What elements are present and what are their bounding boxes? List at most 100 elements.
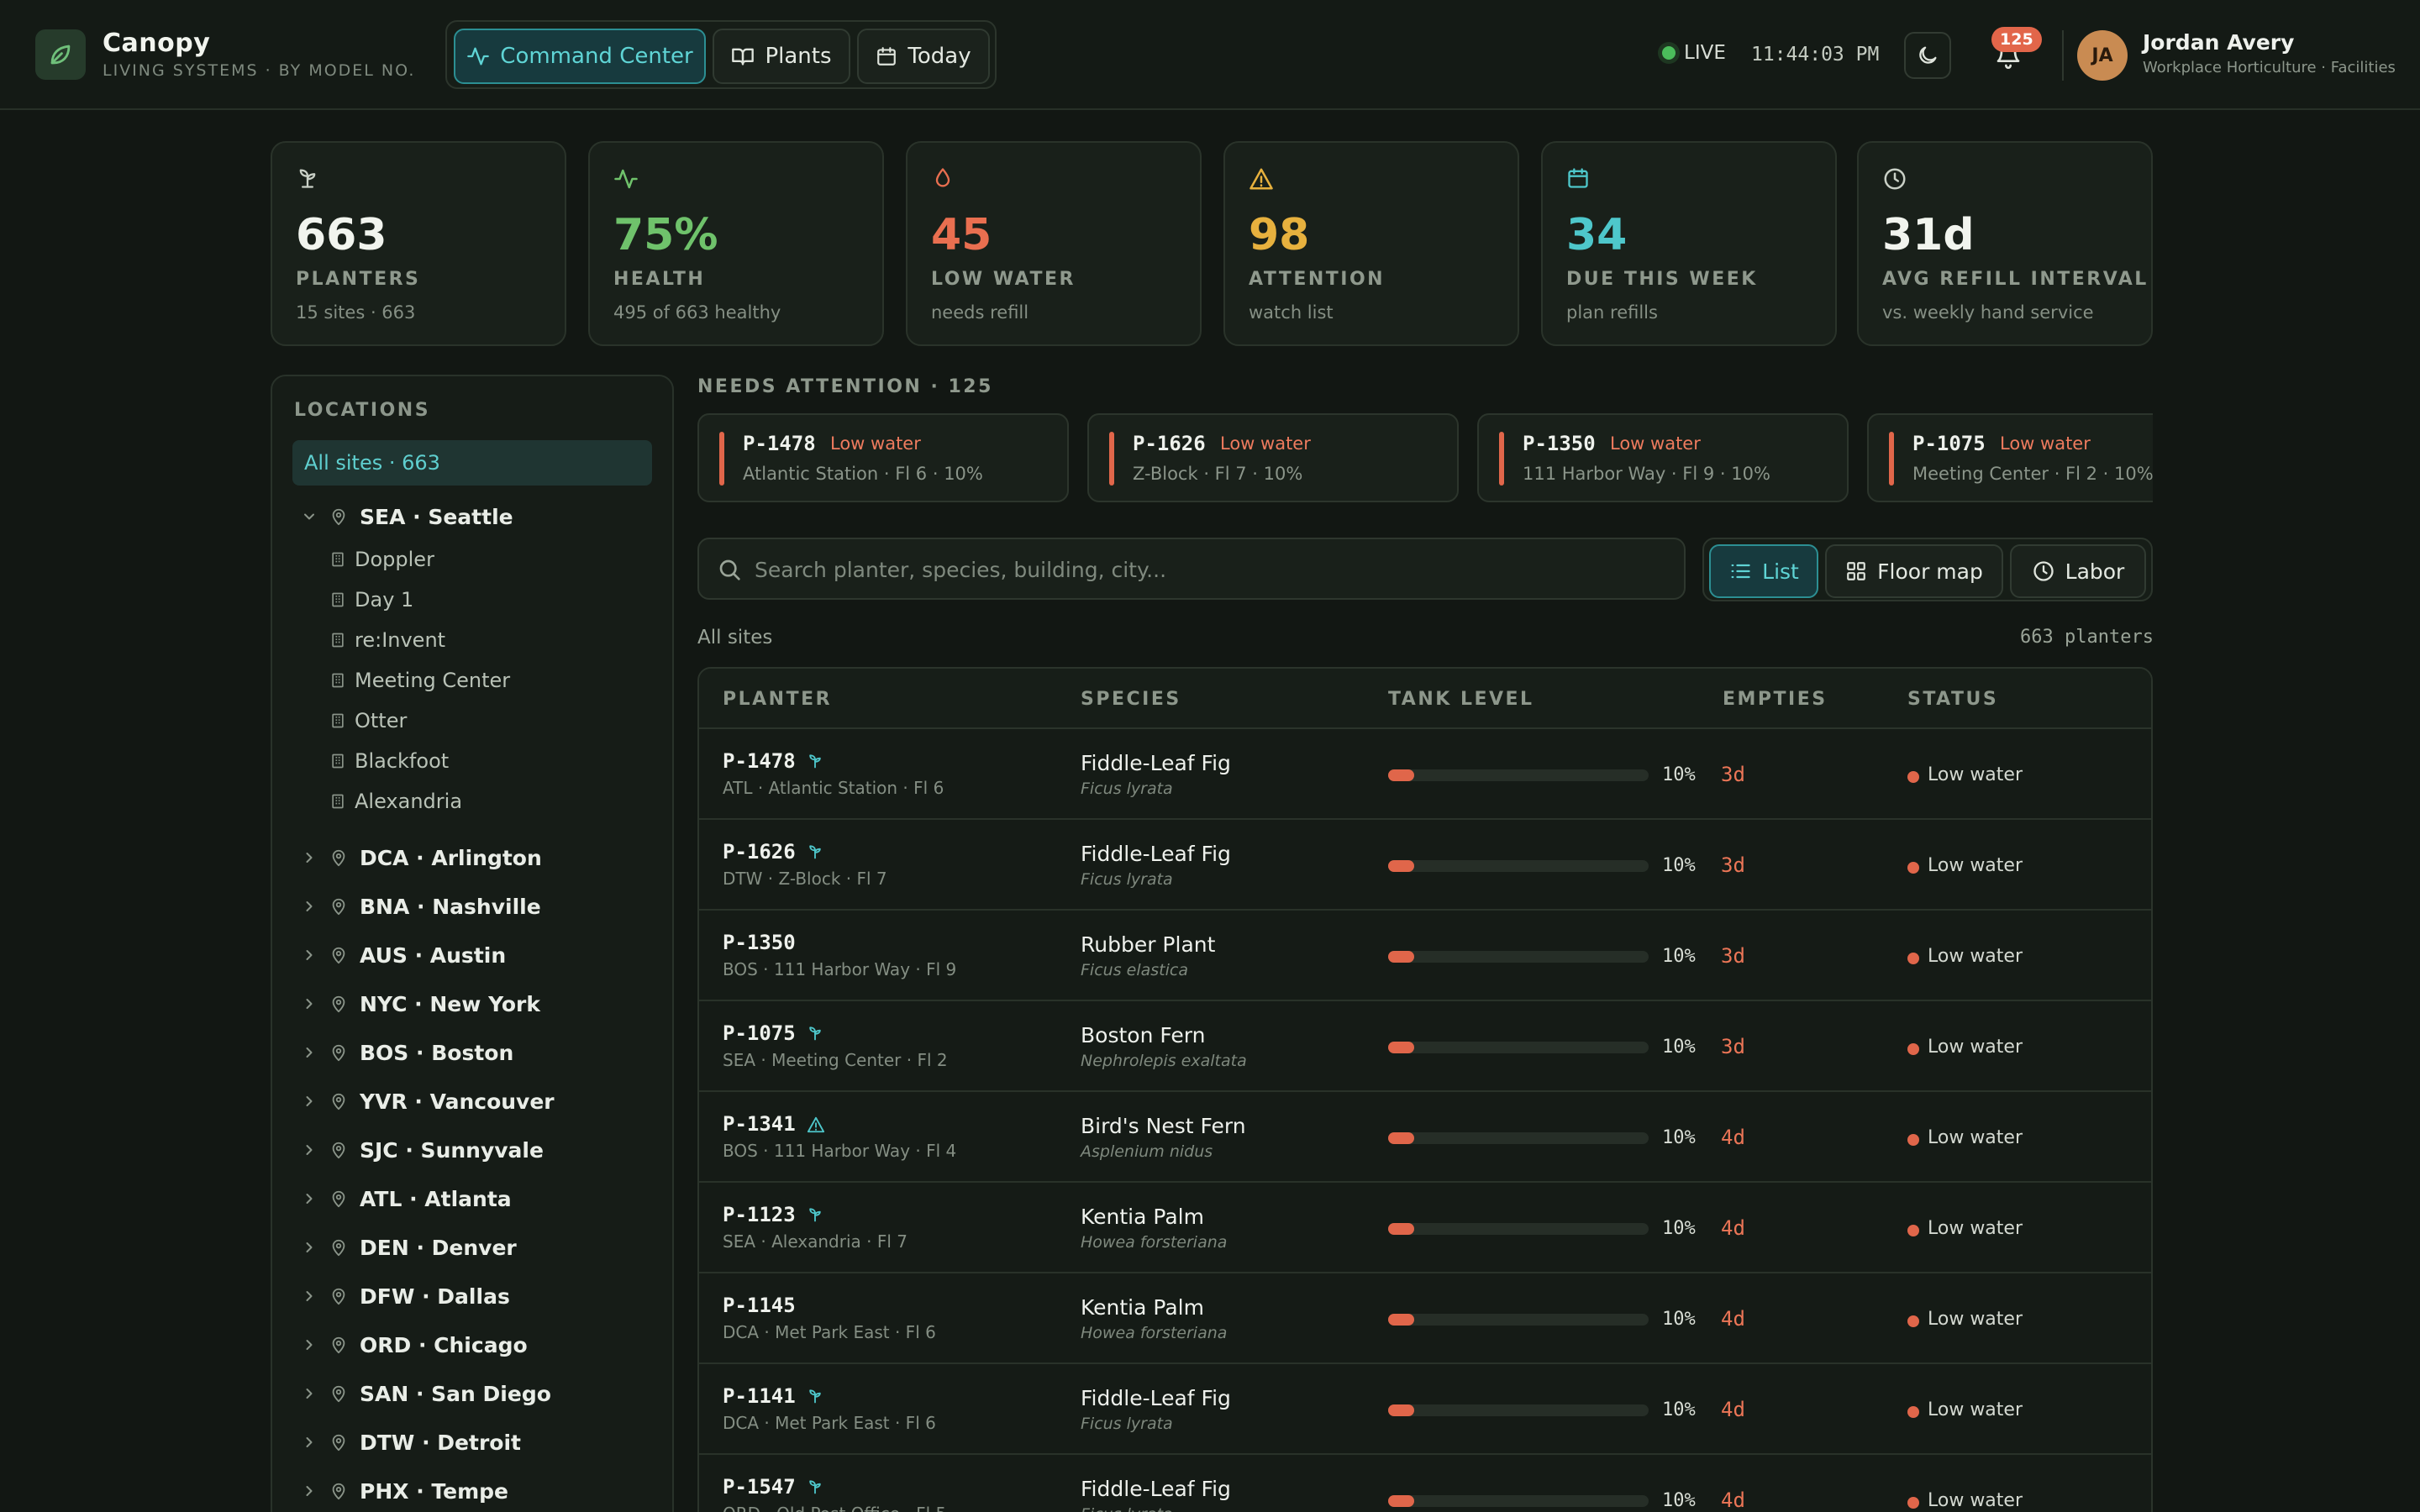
view-toggle: List Floor map Labor <box>1702 538 2153 601</box>
city-vancouver[interactable]: YVR · Vancouver <box>301 1082 555 1121</box>
tank-level-fill <box>1388 951 1414 963</box>
theme-toggle-button[interactable] <box>1904 32 1951 79</box>
species-name: Fiddle-Leaf Fig <box>1081 1477 1231 1501</box>
city-tempe[interactable]: PHX · Tempe <box>301 1472 508 1510</box>
attention-planter-id: P-1478 <box>743 432 816 455</box>
list-icon <box>1728 559 1752 583</box>
all-sites-filter[interactable]: All sites · 663 <box>292 440 652 486</box>
site-item-blackfoot[interactable]: Blackfoot <box>329 744 449 778</box>
avatar[interactable]: JA <box>2077 30 2128 81</box>
view-list-button[interactable]: List <box>1709 544 1818 598</box>
planter-location: ATL · Atlantic Station · Fl 6 <box>723 778 944 798</box>
attention-card[interactable]: P-1626 Low water Z-Block · Fl 7 · 10% <box>1087 413 1459 502</box>
site-item-day-1[interactable]: Day 1 <box>329 583 413 617</box>
view-labor-button[interactable]: Labor <box>2010 544 2146 598</box>
warning-icon <box>1249 166 1274 192</box>
table-row[interactable]: P-1478 ATL · Atlantic Station · Fl 6 Fiddl… <box>699 729 2151 820</box>
species-scientific: Nephrolepis exaltata <box>1081 1052 1247 1070</box>
view-label: Labor <box>2065 559 2125 584</box>
city-new-york[interactable]: NYC · New York <box>301 984 540 1023</box>
site-item-otter[interactable]: Otter <box>329 704 407 738</box>
table-row[interactable]: P-1547 ORD · Old Post Office · Fl 5 Fiddle… <box>699 1455 2151 1512</box>
species-scientific: Ficus lyrata <box>1081 780 1173 798</box>
column-header-empties[interactable]: EMPTIES <box>1723 689 1828 710</box>
severity-bar <box>1499 432 1504 486</box>
site-label: Otter <box>355 709 408 732</box>
site-label: re:Invent <box>355 628 446 652</box>
city-detroit[interactable]: DTW · Detroit <box>301 1423 521 1462</box>
table-row[interactable]: P-1626 DTW · Z-Block · Fl 7 Fiddle-Leaf Fi… <box>699 820 2151 911</box>
column-header-species[interactable]: SPECIES <box>1081 689 1181 710</box>
tank-level-percent: 10% <box>1662 764 1696 785</box>
warning-icon <box>807 1116 825 1134</box>
nav-label: Today <box>908 44 971 69</box>
city-atlanta[interactable]: ATL · Atlanta <box>301 1179 512 1218</box>
nav-plants[interactable]: Plants <box>713 29 850 84</box>
species-scientific: Ficus elastica <box>1081 961 1188 979</box>
attention-planter-id: P-1350 <box>1523 432 1596 455</box>
stat-label: HEALTH <box>613 269 706 290</box>
species-scientific: Ficus lyrata <box>1081 1505 1173 1512</box>
attention-card[interactable]: P-1075 Low water Meeting Center · Fl 2 · 1… <box>1867 413 2153 502</box>
city-arlington[interactable]: DCA · Arlington <box>301 838 542 877</box>
stat-card-planters[interactable]: 663 PLANTERS 15 sites · 663 <box>271 141 566 346</box>
tank-level-bar <box>1388 769 1649 781</box>
search-input[interactable] <box>755 551 1662 588</box>
city-dallas[interactable]: DFW · Dallas <box>301 1277 510 1315</box>
column-header-tank-level[interactable]: TANK LEVEL <box>1388 689 1534 710</box>
site-item-meeting-center[interactable]: Meeting Center <box>329 664 510 697</box>
table-row[interactable]: P-1145 DCA · Met Park East · Fl 6 Kentia P… <box>699 1273 2151 1364</box>
stat-label: PLANTERS <box>296 269 421 290</box>
planter-id: P-1075 <box>723 1021 796 1045</box>
city-nashville[interactable]: BNA · Nashville <box>301 887 541 926</box>
planter-id: P-1141 <box>723 1384 796 1408</box>
city-chicago[interactable]: ORD · Chicago <box>301 1326 528 1364</box>
search-icon <box>716 556 743 583</box>
map-pin-icon <box>329 1189 348 1208</box>
stat-value: 31d <box>1882 210 1975 260</box>
building-icon <box>329 551 346 568</box>
status-label: Low water <box>1928 1037 2023 1058</box>
city-denver[interactable]: DEN · Denver <box>301 1228 517 1267</box>
stat-card-attention[interactable]: 98 ATTENTION watch list <box>1223 141 1519 346</box>
city-seattle[interactable]: SEA · Seattle <box>301 497 513 536</box>
attention-card[interactable]: P-1350 Low water 111 Harbor Way · Fl 9 · 1… <box>1477 413 1849 502</box>
building-icon <box>329 632 346 648</box>
column-header-planter[interactable]: PLANTER <box>723 689 832 710</box>
stat-card-low-water[interactable]: 45 LOW WATER needs refill <box>906 141 1202 346</box>
building-icon <box>329 672 346 689</box>
city-austin[interactable]: AUS · Austin <box>301 936 506 974</box>
tank-level-fill <box>1388 1223 1414 1235</box>
tank-level-fill <box>1388 1042 1414 1053</box>
empties-value: 3d <box>1721 944 1745 968</box>
table-row[interactable]: P-1075 SEA · Meeting Center · Fl 2 Boston … <box>699 1001 2151 1092</box>
view-floor-map-button[interactable]: Floor map <box>1825 544 2003 598</box>
city-label: AUS · Austin <box>360 942 507 968</box>
brand[interactable]: Canopy LIVING SYSTEMS · BY MODEL NO. <box>35 29 415 80</box>
table-header: PLANTER SPECIES TANK LEVEL EMPTIES STATU… <box>699 669 2151 729</box>
tank-level-percent: 10% <box>1662 855 1696 876</box>
stat-card-health[interactable]: 75% HEALTH 495 of 663 healthy <box>588 141 884 346</box>
city-label: SJC · Sunnyvale <box>360 1137 544 1163</box>
city-san-diego[interactable]: SAN · San Diego <box>301 1374 551 1413</box>
table-row[interactable]: P-1141 DCA · Met Park East · Fl 6 Fiddle-L… <box>699 1364 2151 1455</box>
nav-command-center[interactable]: Command Center <box>454 29 706 84</box>
attention-card[interactable]: P-1478 Low water Atlantic Station · Fl 6 ·… <box>697 413 1069 502</box>
site-item-re-invent[interactable]: re:Invent <box>329 623 445 657</box>
stat-card-avg-refill[interactable]: 31d AVG REFILL INTERVAL vs. weekly hand … <box>1857 141 2153 346</box>
site-item-alexandria[interactable]: Alexandria <box>329 785 462 818</box>
site-item-doppler[interactable]: Doppler <box>329 543 434 576</box>
nav-today[interactable]: Today <box>857 29 990 84</box>
table-row[interactable]: P-1341 BOS · 111 Harbor Way · Fl 4 Bird's … <box>699 1092 2151 1183</box>
city-sunnyvale[interactable]: SJC · Sunnyvale <box>301 1131 544 1169</box>
stat-card-due-this-week[interactable]: 34 DUE THIS WEEK plan refills <box>1541 141 1837 346</box>
city-boston[interactable]: BOS · Boston <box>301 1033 513 1072</box>
user-name[interactable]: Jordan Avery <box>2143 30 2294 55</box>
notification-count-badge: 125 <box>1991 27 2042 52</box>
search-box <box>697 538 1686 600</box>
droplet-icon <box>931 166 955 190</box>
table-row[interactable]: P-1350 BOS · 111 Harbor Way · Fl 9 Rubber … <box>699 911 2151 1001</box>
table-row[interactable]: P-1123 SEA · Alexandria · Fl 7 Kentia Palm… <box>699 1183 2151 1273</box>
column-header-status[interactable]: STATUS <box>1907 689 1998 710</box>
city-label: SAN · San Diego <box>360 1381 551 1406</box>
